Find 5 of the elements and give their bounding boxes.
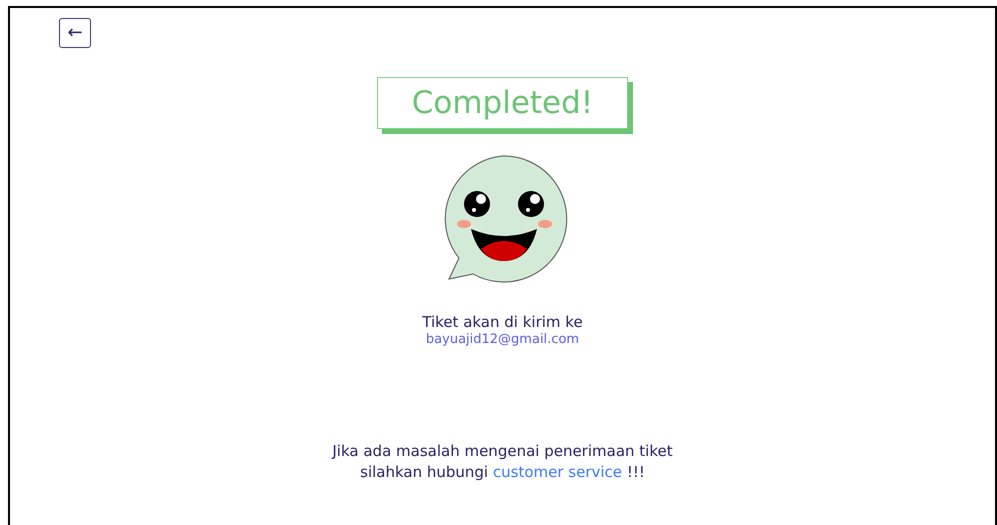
help-message: Jika ada masalah mengenai penerimaan tiket silahkan hubungi customer service !!! [330,441,674,483]
back-button[interactable]: ← [59,18,91,48]
ticket-notice: Tiket akan di kirim ke [422,313,583,331]
recipient-email: bayuajid12@gmail.com [426,331,580,349]
customer-service-link[interactable]: customer service [492,463,622,481]
